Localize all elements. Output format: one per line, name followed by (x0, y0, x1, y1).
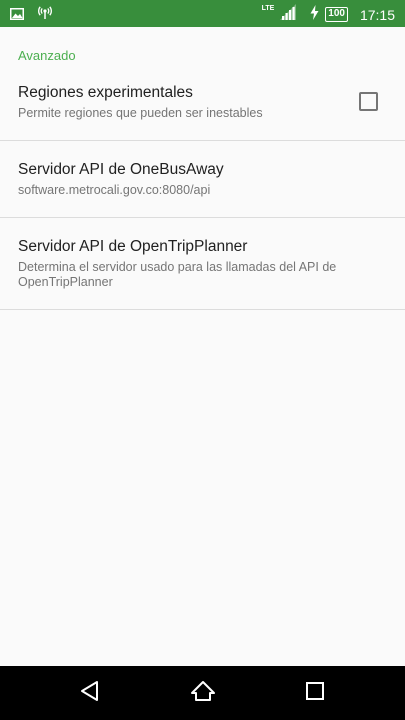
network-type-label: LTE (261, 5, 275, 12)
category-title: Avanzado (18, 48, 76, 63)
pref-title: Regiones experimentales (18, 84, 193, 101)
status-time: 17:15 (359, 6, 395, 23)
pref-summary: Determina el servidor usado para las lla… (18, 260, 337, 289)
pref-experimental-regions[interactable]: Regiones experimentales Permite regiones… (0, 75, 405, 140)
pref-title: Servidor API de OneBusAway (18, 161, 224, 178)
pref-title: Servidor API de OpenTripPlanner (18, 238, 248, 255)
home-button[interactable] (188, 678, 218, 708)
back-button[interactable] (75, 678, 105, 708)
hotspot-icon (38, 6, 52, 25)
home-icon (190, 680, 216, 707)
recents-button[interactable] (300, 678, 330, 708)
status-bar: LTE 100 17:15 (0, 0, 405, 27)
charging-icon (310, 4, 319, 25)
navigation-bar (0, 666, 405, 720)
settings-screen: Avanzado Regiones experimentales Permite… (0, 27, 405, 666)
notification-icons (10, 6, 52, 25)
pref-onebusaway-api-server[interactable]: Servidor API de OneBusAway software.metr… (0, 141, 405, 217)
experimental-regions-checkbox[interactable] (359, 92, 378, 111)
divider (0, 309, 405, 310)
pref-summary: Permite regiones que pueden ser inestabl… (18, 106, 263, 120)
signal-icon (280, 4, 297, 25)
battery-indicator: 100 (325, 7, 348, 22)
system-icons: LTE 100 17:15 (262, 4, 395, 25)
pref-summary: software.metrocali.gov.co:8080/api (18, 183, 211, 197)
back-icon (80, 680, 100, 707)
image-notification-icon (10, 7, 24, 25)
pref-opentripplanner-api-server[interactable]: Servidor API de OpenTripPlanner Determin… (0, 218, 405, 309)
recents-icon (305, 681, 325, 706)
